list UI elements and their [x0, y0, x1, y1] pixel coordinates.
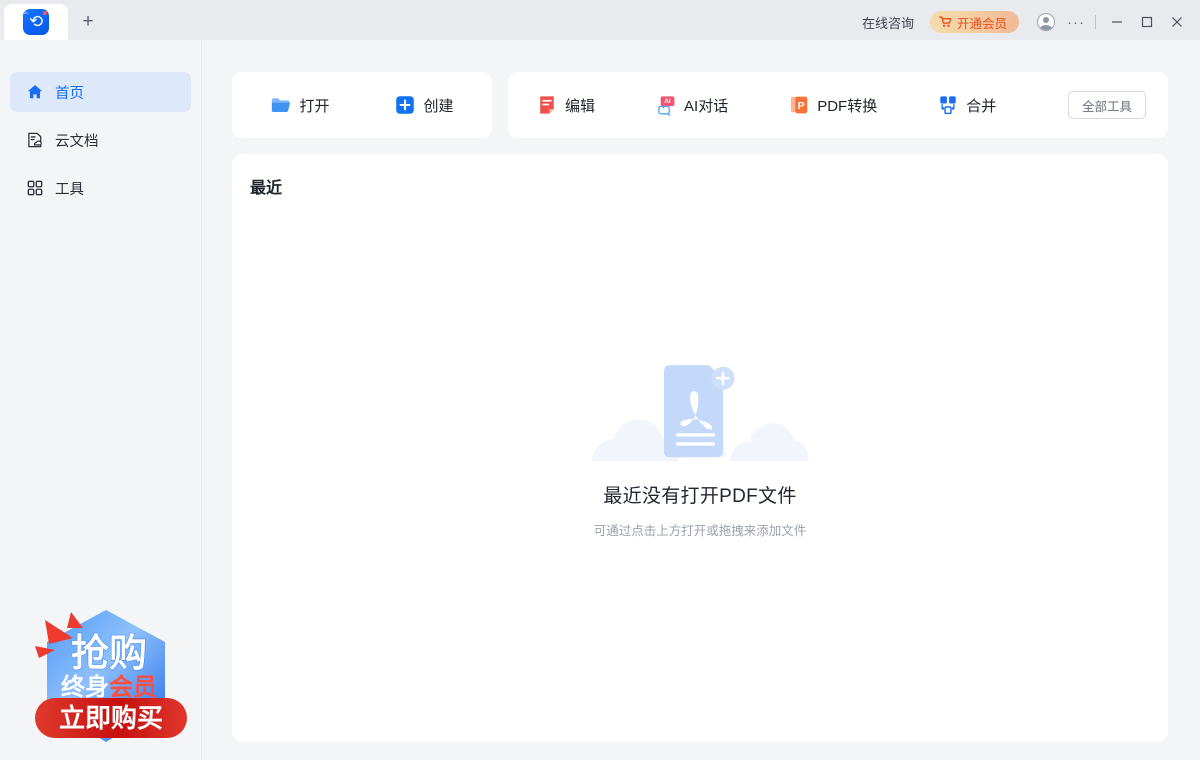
close-button[interactable]	[1162, 4, 1192, 40]
merge-button[interactable]: 合并	[937, 94, 996, 116]
titlebar-divider	[1095, 15, 1096, 29]
online-consult-button[interactable]: 在线咨询	[846, 13, 930, 32]
close-icon	[1171, 16, 1183, 28]
minimize-button[interactable]	[1102, 4, 1132, 40]
sidebar-item-cloud-document[interactable]: 云文档	[10, 120, 191, 160]
sidebar-item-tools[interactable]: 工具	[10, 168, 191, 208]
toolbar-primary-card: 打开 创建	[232, 72, 492, 138]
ai-badge-label: AI	[24, 10, 27, 15]
edit-button[interactable]: 编辑	[536, 94, 595, 116]
minimize-icon	[1111, 16, 1123, 28]
more-options-button[interactable]: ···	[1063, 4, 1089, 40]
promo-badge[interactable]: 抢购 终身会员 立即购买	[25, 602, 187, 754]
home-icon	[26, 83, 44, 101]
toolbar: 打开 创建 编辑	[202, 40, 1200, 138]
toolbar-secondary-card: 编辑 AI AI对话 P PDF转换	[508, 72, 1168, 138]
sidebar-item-label: 首页	[55, 82, 84, 103]
edit-document-icon	[536, 94, 558, 116]
empty-state-title: 最近没有打开PDF文件	[603, 481, 796, 508]
open-vip-label: 开通会员	[957, 13, 1007, 32]
open-file-button[interactable]: 打开	[270, 94, 329, 116]
pdf-convert-button[interactable]: P PDF转换	[788, 94, 877, 116]
tool-label: PDF转换	[817, 95, 877, 116]
plus-square-icon	[394, 94, 416, 116]
promo-button-label: 立即购买	[59, 703, 163, 733]
tool-label: 编辑	[565, 95, 595, 116]
recent-title: 最近	[250, 174, 282, 198]
open-vip-button[interactable]: 开通会员	[930, 11, 1019, 33]
empty-state-subtitle: 可通过点击上方打开或拖拽来添加文件	[594, 520, 807, 539]
tool-label: AI对话	[684, 95, 728, 116]
cloud-document-icon	[26, 131, 44, 149]
recent-panel: 最近 最近没有打开PDF文件 可通过点击上方打开或拖拽来添加文件	[232, 154, 1168, 742]
ai-chat-button[interactable]: AI AI对话	[655, 94, 728, 116]
logo-swirl-glyph: ⟳	[28, 13, 44, 31]
title-bar: AI ⟳ + 在线咨询 开通会员 ···	[0, 0, 1200, 40]
promo-line2-highlight: 会员	[109, 673, 157, 701]
create-file-button[interactable]: 创建	[394, 94, 453, 116]
user-avatar-icon	[1037, 13, 1055, 31]
ai-chat-icon: AI	[655, 94, 677, 116]
folder-open-icon	[270, 94, 292, 116]
svg-text:P: P	[798, 100, 805, 112]
maximize-button[interactable]	[1132, 4, 1162, 40]
main-content: 打开 创建 编辑	[202, 40, 1200, 760]
grid-tools-icon	[26, 179, 44, 197]
titlebar-right-controls: 在线咨询 开通会员 ···	[846, 4, 1200, 40]
promo-badge-graphic: 抢购 终身会员 立即购买	[25, 602, 187, 754]
pdf-document-add-icon	[580, 349, 820, 469]
new-tab-button[interactable]: +	[68, 4, 108, 40]
tab-home[interactable]: AI ⟳	[4, 4, 68, 40]
tool-label: 合并	[966, 95, 996, 116]
user-avatar-button[interactable]	[1029, 4, 1063, 40]
app-logo-icon: AI ⟳	[23, 9, 49, 35]
promo-line1: 抢购	[71, 633, 147, 675]
new-tab-label: +	[82, 11, 93, 33]
more-options-label: ···	[1067, 14, 1085, 31]
svg-text:终身会员: 终身会员	[61, 673, 157, 701]
maximize-icon	[1141, 16, 1153, 28]
shopping-cart-icon	[939, 16, 952, 28]
all-tools-label: 全部工具	[1082, 96, 1132, 115]
promo-line2-prefix: 终身	[61, 673, 109, 701]
pdf-convert-icon: P	[788, 94, 810, 116]
svg-text:AI: AI	[664, 98, 671, 105]
tool-label: 打开	[299, 95, 329, 116]
tool-label: 创建	[423, 95, 453, 116]
sidebar-item-home[interactable]: 首页	[10, 72, 191, 112]
merge-icon	[937, 94, 959, 116]
all-tools-button[interactable]: 全部工具	[1068, 91, 1146, 119]
empty-state: 最近没有打开PDF文件 可通过点击上方打开或拖拽来添加文件	[580, 349, 820, 539]
sidebar-item-label: 云文档	[55, 130, 99, 151]
online-consult-label: 在线咨询	[862, 16, 914, 31]
sidebar-item-label: 工具	[55, 178, 84, 199]
